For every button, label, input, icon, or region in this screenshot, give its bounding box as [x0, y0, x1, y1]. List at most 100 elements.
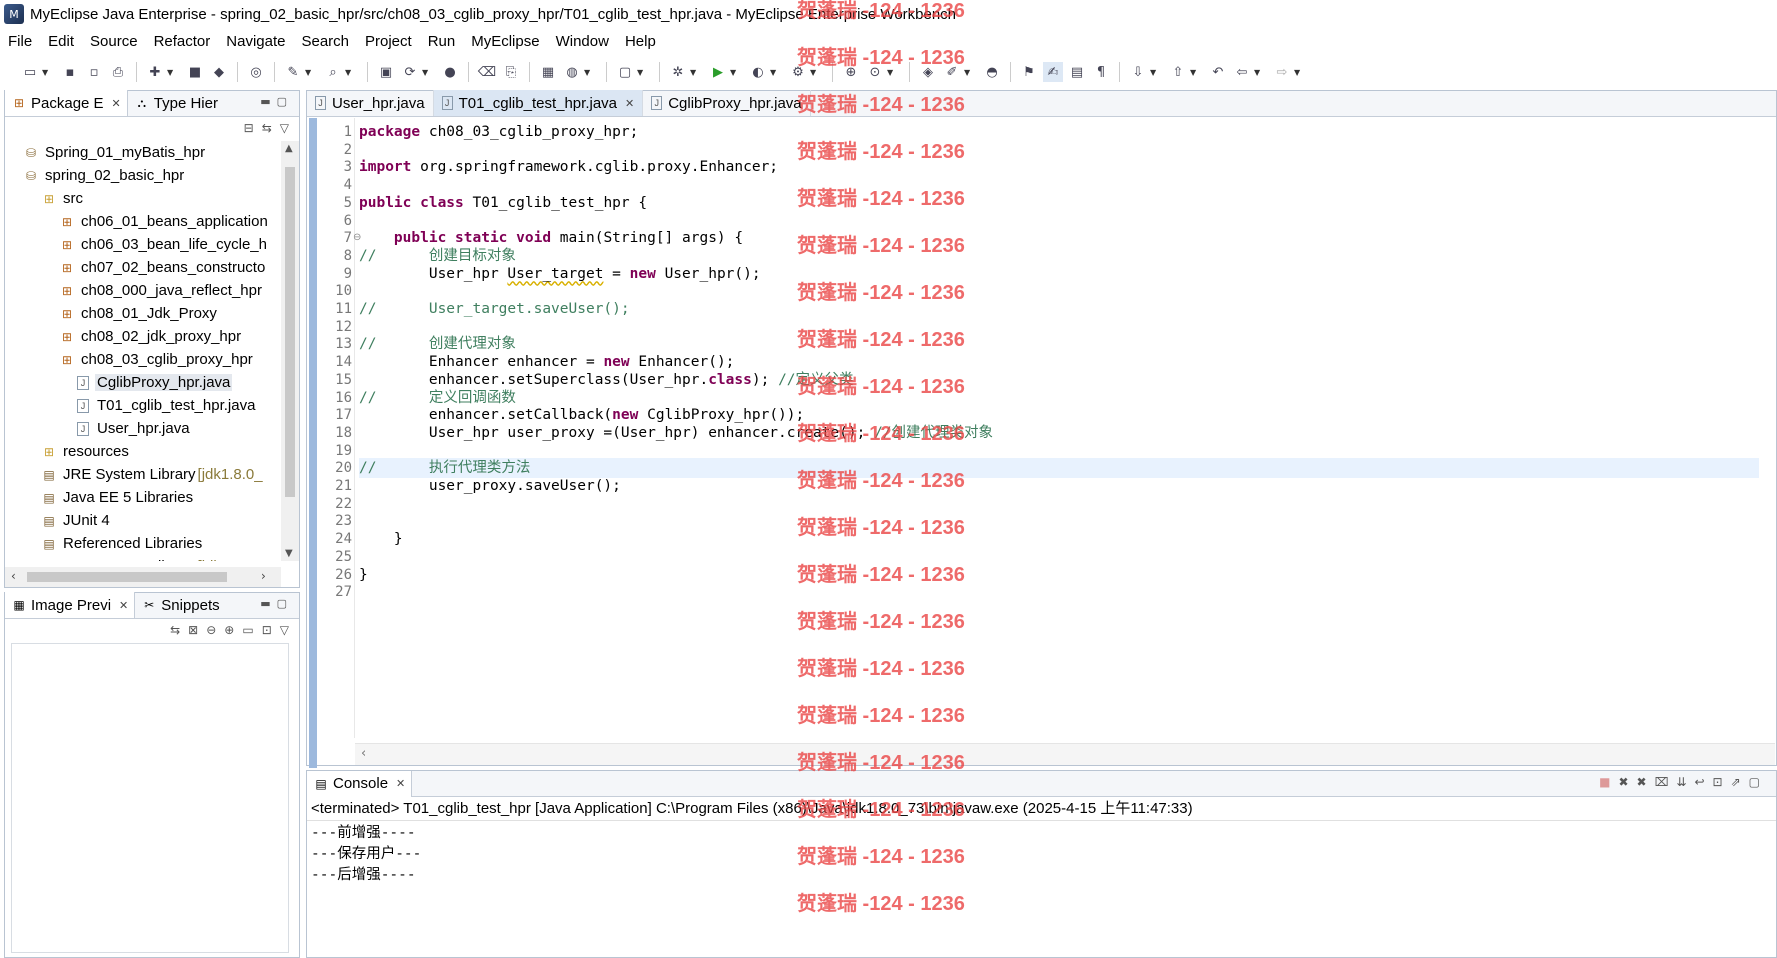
code-line[interactable]: }	[359, 565, 368, 585]
tree-item[interactable]: ⊞ resources	[5, 440, 281, 463]
open-console-icon[interactable]: ⇗	[1731, 775, 1741, 789]
tree-item[interactable]: J CglibProxy_hpr.java	[5, 371, 281, 394]
zoom-out-icon[interactable]: ⊖	[206, 623, 216, 637]
menu-source[interactable]: Source	[82, 33, 146, 50]
editor-tab[interactable]: J User_hpr.java	[307, 90, 434, 116]
forward-icon[interactable]: ⇨	[1272, 62, 1292, 82]
deploy-icon[interactable]: ◆	[209, 62, 229, 82]
terminate-icon[interactable]: ■	[1599, 775, 1610, 789]
menu-navigate[interactable]: Navigate	[218, 33, 293, 50]
tree-item[interactable]: ⊞ ch08_02_jdk_proxy_hpr	[5, 325, 281, 348]
monitor-dropdown-icon[interactable]: ▼	[637, 68, 647, 77]
tree-item[interactable]: ⊞ ch08_000_java_reflect_hpr	[5, 279, 281, 302]
fullscreen-icon[interactable]: ⊡	[262, 623, 272, 637]
close-icon[interactable]: ✕	[625, 97, 634, 110]
highlight-icon[interactable]: ✍	[1043, 62, 1063, 82]
open-type-dropdown-icon[interactable]: ▼	[305, 68, 315, 77]
close-icon[interactable]: ✕	[119, 599, 128, 612]
back-icon[interactable]: ⇦	[1232, 62, 1252, 82]
new-java-dropdown-icon[interactable]: ▼	[887, 68, 897, 77]
menu-file[interactable]: File	[0, 33, 40, 50]
display-console-icon[interactable]: ▢	[1749, 775, 1760, 789]
minimize-icon[interactable]: ▬	[260, 95, 276, 108]
back-dropdown-icon[interactable]: ▼	[1254, 68, 1264, 77]
coverage-icon[interactable]: ◐	[748, 62, 768, 82]
clear-console-icon[interactable]: ⌧	[1655, 775, 1669, 789]
new-wizard-icon[interactable]: ✚	[145, 62, 165, 82]
maximize-icon[interactable]: ▢	[277, 597, 293, 610]
scroll-left-icon[interactable]: ‹	[11, 569, 16, 583]
copy-icon[interactable]: ⎘	[501, 62, 521, 82]
new-class-icon[interactable]: ⊕	[841, 62, 861, 82]
open-task-icon[interactable]: ◈	[918, 62, 938, 82]
scroll-left-icon[interactable]: ‹	[361, 746, 366, 761]
new-icon[interactable]: ▭	[20, 62, 40, 82]
close-icon[interactable]: ✕	[396, 777, 405, 790]
code-line[interactable]: User_hpr User_target = new User_hpr();	[359, 264, 761, 284]
tab-type-hierarchy[interactable]: ⛬ Type Hier	[128, 90, 224, 116]
new-java-icon[interactable]: ⊙	[865, 62, 885, 82]
scroll-thumb[interactable]	[285, 167, 295, 497]
db-icon[interactable]: ◍	[562, 62, 582, 82]
tree-item[interactable]: ⊞ ch06_01_beans_application	[5, 210, 281, 233]
word-wrap-icon[interactable]: ↩	[1694, 775, 1704, 789]
tab-console[interactable]: ▤ Console ✕	[307, 770, 413, 797]
tab-snippets[interactable]: ✂ Snippets	[135, 592, 225, 618]
remove-launch-icon[interactable]: ✖	[1618, 775, 1628, 789]
tree-item[interactable]: ▤ JRE System Library [jdk1.8.0_	[5, 463, 281, 486]
minimize-icon[interactable]: ▬	[260, 597, 276, 610]
menu-run[interactable]: Run	[420, 33, 464, 50]
close-icon[interactable]: ✕	[112, 97, 121, 110]
db-dropdown-icon[interactable]: ▼	[584, 68, 594, 77]
tree-item[interactable]: J User_hpr.java	[5, 417, 281, 440]
block-selection-icon[interactable]: ▤	[1067, 62, 1087, 82]
save-icon[interactable]: ▪	[60, 62, 80, 82]
editor-tab[interactable]: J T01_cglib_test_hpr.java ✕	[433, 90, 644, 116]
monitor-icon[interactable]: ▢	[615, 62, 635, 82]
refresh-icon[interactable]: ⟳	[400, 62, 420, 82]
tree-item[interactable]: ⊞ ch07_02_beans_constructo	[5, 256, 281, 279]
open-type-icon[interactable]: ✎	[283, 62, 303, 82]
remove-all-icon[interactable]: ✖	[1637, 775, 1647, 789]
tree-item[interactable]: ▤ JUnit 4	[5, 509, 281, 532]
code-line[interactable]: public class T01_cglib_test_hpr {	[359, 193, 647, 213]
package-tree-vscrollbar[interactable]: ▲ ▼	[281, 141, 299, 561]
view-menu-icon[interactable]: ▽	[280, 121, 289, 135]
tree-item[interactable]: ⊞ src	[5, 187, 281, 210]
prev-annotation-dropdown-icon[interactable]: ▼	[1190, 68, 1200, 77]
tree-item[interactable]: J T01_cglib_test_hpr.java	[5, 394, 281, 417]
tree-item[interactable]: ▤ Java EE 5 Libraries	[5, 486, 281, 509]
pin-console-icon[interactable]: ⊡	[1713, 775, 1723, 789]
menu-refactor[interactable]: Refactor	[146, 33, 219, 50]
pencil-dropdown-icon[interactable]: ▼	[964, 68, 974, 77]
last-edit-icon[interactable]: ↶	[1208, 62, 1228, 82]
search-icon[interactable]: ⌕	[323, 62, 343, 82]
menu-myeclipse[interactable]: MyEclipse	[463, 33, 547, 50]
tree-item[interactable]: ⊞ ch06_03_bean_life_cycle_h	[5, 233, 281, 256]
next-annotation-icon[interactable]: ⇩	[1128, 62, 1148, 82]
perspective-icon[interactable]: ◓	[982, 62, 1002, 82]
new-wizard-dropdown-icon[interactable]: ▼	[167, 68, 177, 77]
code-line[interactable]: User_hpr user_proxy =(User_hpr) enhancer…	[359, 423, 993, 443]
zoom-in-icon[interactable]: ⊕	[224, 623, 234, 637]
scroll-lock-icon[interactable]: ⇊	[1676, 775, 1686, 789]
fit-icon[interactable]: ⊠	[188, 623, 198, 637]
scroll-up-icon[interactable]: ▲	[285, 143, 293, 154]
save-all-icon[interactable]: ▫	[84, 62, 104, 82]
tree-item[interactable]: ⛁ Spring_01_myBatis_hpr	[5, 141, 281, 164]
next-annotation-dropdown-icon[interactable]: ▼	[1150, 68, 1160, 77]
tree-item[interactable]: ▤ JRE System Library [jdk1.8.0_	[5, 555, 281, 561]
scroll-thumb[interactable]	[27, 572, 227, 582]
editor-tab[interactable]: J CglibProxy_hpr.java	[643, 90, 811, 116]
clear-icon[interactable]: ⌫	[477, 62, 497, 82]
tree-item[interactable]: ⊞ ch08_01_Jdk_Proxy	[5, 302, 281, 325]
code-line[interactable]: // User_target.saveUser();	[359, 299, 630, 319]
actual-size-icon[interactable]: ▭	[242, 623, 253, 637]
search-dropdown-icon[interactable]: ▼	[345, 68, 355, 77]
console-output[interactable]: ---前增强---- ---保存用户--- ---后增强----	[307, 821, 1776, 886]
server-icon[interactable]: ◎	[246, 62, 266, 82]
debug-icon[interactable]: ✲	[668, 62, 688, 82]
view-menu-icon[interactable]: ▽	[280, 623, 289, 637]
globe-icon[interactable]: ●	[440, 62, 460, 82]
menu-window[interactable]: Window	[548, 33, 617, 50]
